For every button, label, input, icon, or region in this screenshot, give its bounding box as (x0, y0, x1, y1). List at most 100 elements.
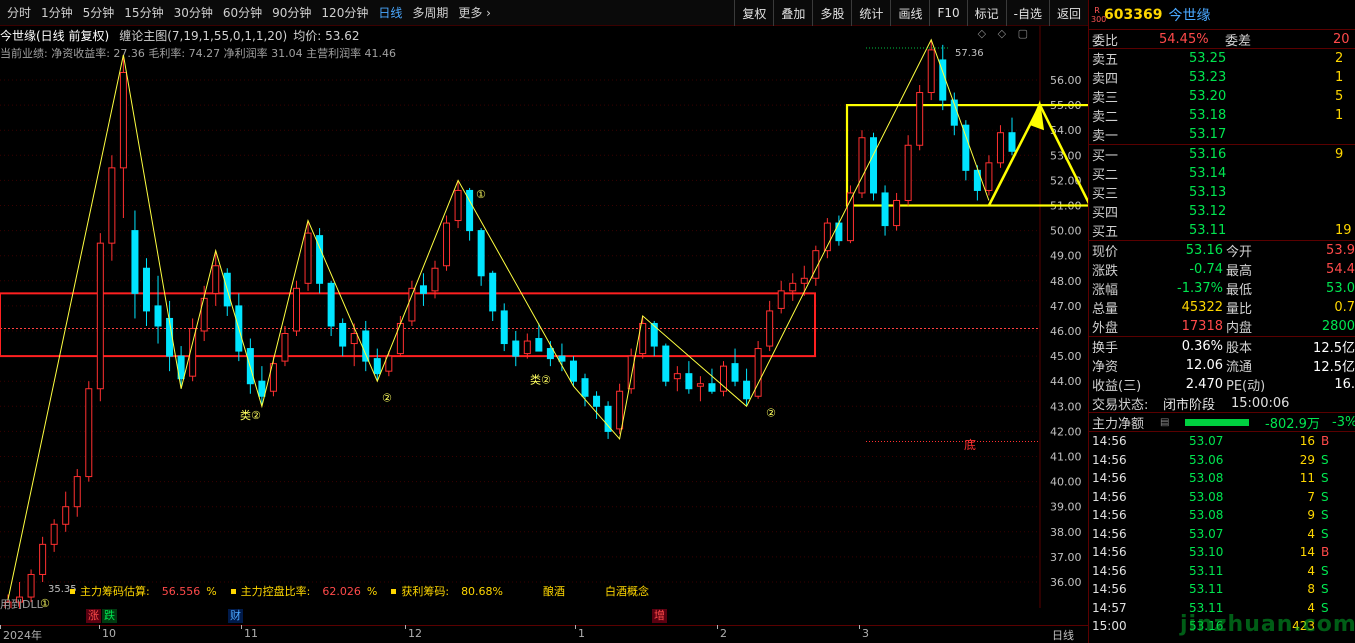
price-tick-label: 44.00 (1050, 375, 1082, 388)
period-tab-10[interactable]: 更多 › (453, 0, 496, 25)
period-indicator[interactable]: 日线 (1052, 627, 1088, 643)
period-tab-1[interactable]: 1分钟 (36, 0, 78, 25)
tick-side: S (1321, 582, 1329, 597)
ask-row-3[interactable]: 卖二 53.18 1 (1089, 106, 1355, 125)
toolbar-button-0[interactable]: 复权 (734, 0, 773, 26)
period-tab-2[interactable]: 5分钟 (78, 0, 120, 25)
candle (731, 348, 739, 387)
price-tick-label: 43.00 (1050, 400, 1082, 413)
book-label: 卖三 (1092, 91, 1119, 106)
tick-list[interactable]: 14:56 53.07 16 B 14:56 53.06 29 S 14:56 53.08 11 S 1… (1089, 432, 1355, 636)
date-tick-label: 2024年 (0, 625, 42, 643)
fund-row-1: 净资 12.06 流通 12.5亿 (1089, 356, 1355, 375)
bid-row-3[interactable]: 买四 53.12 (1089, 202, 1355, 221)
stat-value: 0.36% (1181, 339, 1223, 354)
book-volume: 19 (1335, 223, 1352, 238)
bid-row-2[interactable]: 买三 53.13 (1089, 183, 1355, 202)
toolbar-button-3[interactable]: 统计 (851, 0, 890, 26)
stock-code[interactable]: 603369 (1104, 7, 1162, 23)
tick-time: 14:56 (1092, 452, 1127, 467)
candle (846, 185, 854, 244)
candle (408, 280, 416, 326)
bottom-stat-1: 主力控盘比率: 62.026% (230, 583, 378, 599)
r-badge: R 300 (1091, 5, 1107, 24)
period-tab-9[interactable]: 多周期 (407, 0, 453, 25)
tick-side: S (1321, 508, 1329, 523)
period-tab-0[interactable]: 分时 (2, 0, 36, 25)
candle (281, 325, 289, 367)
date-tick-label: 10 (99, 625, 116, 640)
date-tick-label: 2 (717, 625, 727, 640)
stat-value: 17318 (1181, 319, 1223, 334)
candle (396, 315, 404, 357)
tick-price: 53.08 (1189, 471, 1224, 486)
main-net-pct: -3% (1332, 414, 1355, 430)
candle (685, 361, 693, 394)
trade-time: 15:00:06 (1231, 395, 1290, 411)
ask-row-1[interactable]: 卖四 53.23 1 (1089, 68, 1355, 87)
period-tab-7[interactable]: 120分钟 (316, 0, 373, 25)
stat-unit: % (366, 584, 378, 598)
main-net-label[interactable]: 主力净额 (1092, 413, 1144, 432)
toolbar-button-7[interactable]: -自选 (1005, 0, 1049, 26)
kline-chart[interactable]: 56.0055.0054.0053.0052.0051.0050.0049.00… (0, 26, 1088, 608)
period-tab-6[interactable]: 90分钟 (267, 0, 316, 25)
event-marker-0[interactable]: 涨 (86, 609, 101, 623)
stat-label: 收益(三) (1092, 379, 1142, 394)
ask-row-4[interactable]: 卖一 53.17 (1089, 125, 1355, 144)
stock-name[interactable]: 今世缘 (1168, 5, 1210, 25)
main-net-value: -802.9万 (1265, 416, 1320, 432)
stat-value: 16. (1334, 377, 1355, 392)
candle (719, 361, 727, 397)
book-label: 卖一 (1092, 129, 1119, 144)
toolbar-button-2[interactable]: 多股 (812, 0, 851, 26)
period-tab-3[interactable]: 15分钟 (119, 0, 168, 25)
price-tick-label: 46.00 (1050, 325, 1082, 338)
toolbar-button-8[interactable]: 返回 (1048, 0, 1088, 26)
period-tab-5[interactable]: 60分钟 (218, 0, 267, 25)
event-marker-3[interactable]: 增 (652, 609, 667, 623)
candle (85, 381, 93, 482)
date-tick-label: 12 (405, 625, 422, 640)
wave-label: ① (476, 188, 486, 201)
stat-label: 涨幅 (1092, 283, 1119, 298)
candle (293, 280, 301, 337)
bid-row-1[interactable]: 买二 53.14 (1089, 164, 1355, 183)
tick-volume: 7 (1307, 489, 1315, 504)
candle (142, 258, 150, 326)
toolbar-button-4[interactable]: 画线 (890, 0, 929, 26)
event-marker-2[interactable]: 财 (228, 609, 243, 623)
stat-value: 53.9 (1326, 243, 1355, 258)
bottom-marker: 底 (964, 437, 976, 452)
ask-row-2[interactable]: 卖三 53.20 5 (1089, 87, 1355, 106)
main-net-row: 主力净额 ▤ -802.9万 -3% (1089, 413, 1355, 432)
event-marker-1[interactable]: 跌 (102, 609, 117, 623)
candle (316, 228, 324, 294)
list-icon[interactable]: ▤ (1160, 417, 1169, 428)
ask-row-0[interactable]: 卖五 53.25 2 (1089, 49, 1355, 68)
book-price: 53.23 (1189, 70, 1227, 85)
bid-row-4[interactable]: 买五 53.11 19 (1089, 221, 1355, 240)
toolbar-button-1[interactable]: 叠加 (773, 0, 812, 26)
stat-label: 最高 (1226, 264, 1253, 279)
stat-label: 量比 (1226, 302, 1253, 317)
book-price: 53.14 (1189, 166, 1227, 181)
period-tab-8[interactable]: 日线 (373, 0, 407, 25)
candle (500, 303, 508, 352)
stat-label: 获利筹码: (401, 585, 450, 598)
tick-side: S (1321, 526, 1329, 541)
price-tick-label: 45.00 (1050, 350, 1082, 363)
toolbar-button-5[interactable]: F10 (929, 0, 966, 26)
toolbar-button-6[interactable]: 标记 (966, 0, 1006, 26)
stat-value: 0.7 (1334, 300, 1355, 315)
quote-row-0: 现价 53.16 今开 53.9 (1089, 241, 1355, 260)
candle (858, 130, 866, 198)
bid-row-0[interactable]: 买一 53.16 9 (1089, 145, 1355, 164)
price-tick-label: 49.00 (1050, 250, 1082, 263)
stat-value: 12.5亿 (1313, 341, 1355, 356)
candle (443, 215, 451, 271)
weicha-label: 委差 (1225, 33, 1252, 49)
candle (339, 318, 347, 357)
period-tab-4[interactable]: 30分钟 (169, 0, 218, 25)
candle (927, 39, 935, 101)
